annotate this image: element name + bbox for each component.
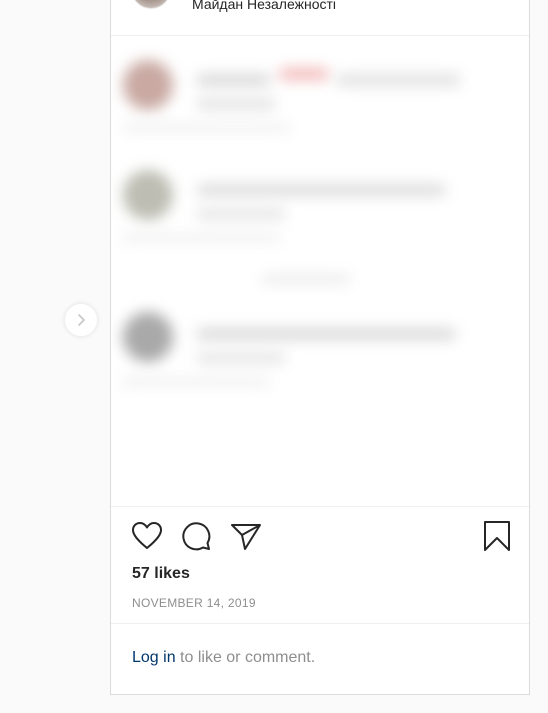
page-bottom [0,697,548,713]
comment-line [196,328,456,340]
like-button[interactable] [130,519,164,553]
comment-line [196,74,271,86]
post-actions [111,519,529,555]
likes-number: 57 [132,565,150,582]
comment-line [121,234,281,242]
comment-avatar [123,170,173,220]
comment-line [279,68,329,80]
comment-line [196,208,286,220]
divider [111,623,529,624]
comment-line [121,378,271,386]
next-post-button[interactable] [64,303,98,337]
comment-avatar [123,312,173,362]
save-button[interactable] [480,519,514,553]
comment-line [121,124,291,132]
comment-button[interactable] [179,519,213,553]
post-header: Майдан Незалежності [111,0,529,36]
login-prompt: Log in to like or comment. [132,649,315,667]
post-location[interactable]: Майдан Незалежності [192,0,336,12]
comment-line [196,98,276,110]
heart-icon [132,522,162,549]
share-icon [231,524,261,550]
comment-icon [182,522,211,551]
left-gutter [0,0,110,713]
comment-avatar [123,60,173,110]
login-link[interactable]: Log in [132,649,176,666]
share-button[interactable] [229,519,263,553]
comment-line [196,184,446,196]
post-date[interactable]: NOVEMBER 14, 2019 [132,596,256,610]
comment-line [196,352,286,364]
comment-line [261,274,351,284]
comment-line [336,74,461,86]
bookmark-icon [484,521,510,551]
avatar[interactable] [131,0,171,9]
likes-count[interactable]: 57 likes [132,565,190,583]
divider [111,506,529,507]
likes-label: likes [154,565,190,582]
login-prompt-text: to like or comment. [175,649,316,666]
post-panel: Майдан Незалежності 57 likes NOVEMBER 14… [110,0,530,695]
comments-area-blurred [111,36,529,506]
chevron-right-icon [78,314,85,326]
